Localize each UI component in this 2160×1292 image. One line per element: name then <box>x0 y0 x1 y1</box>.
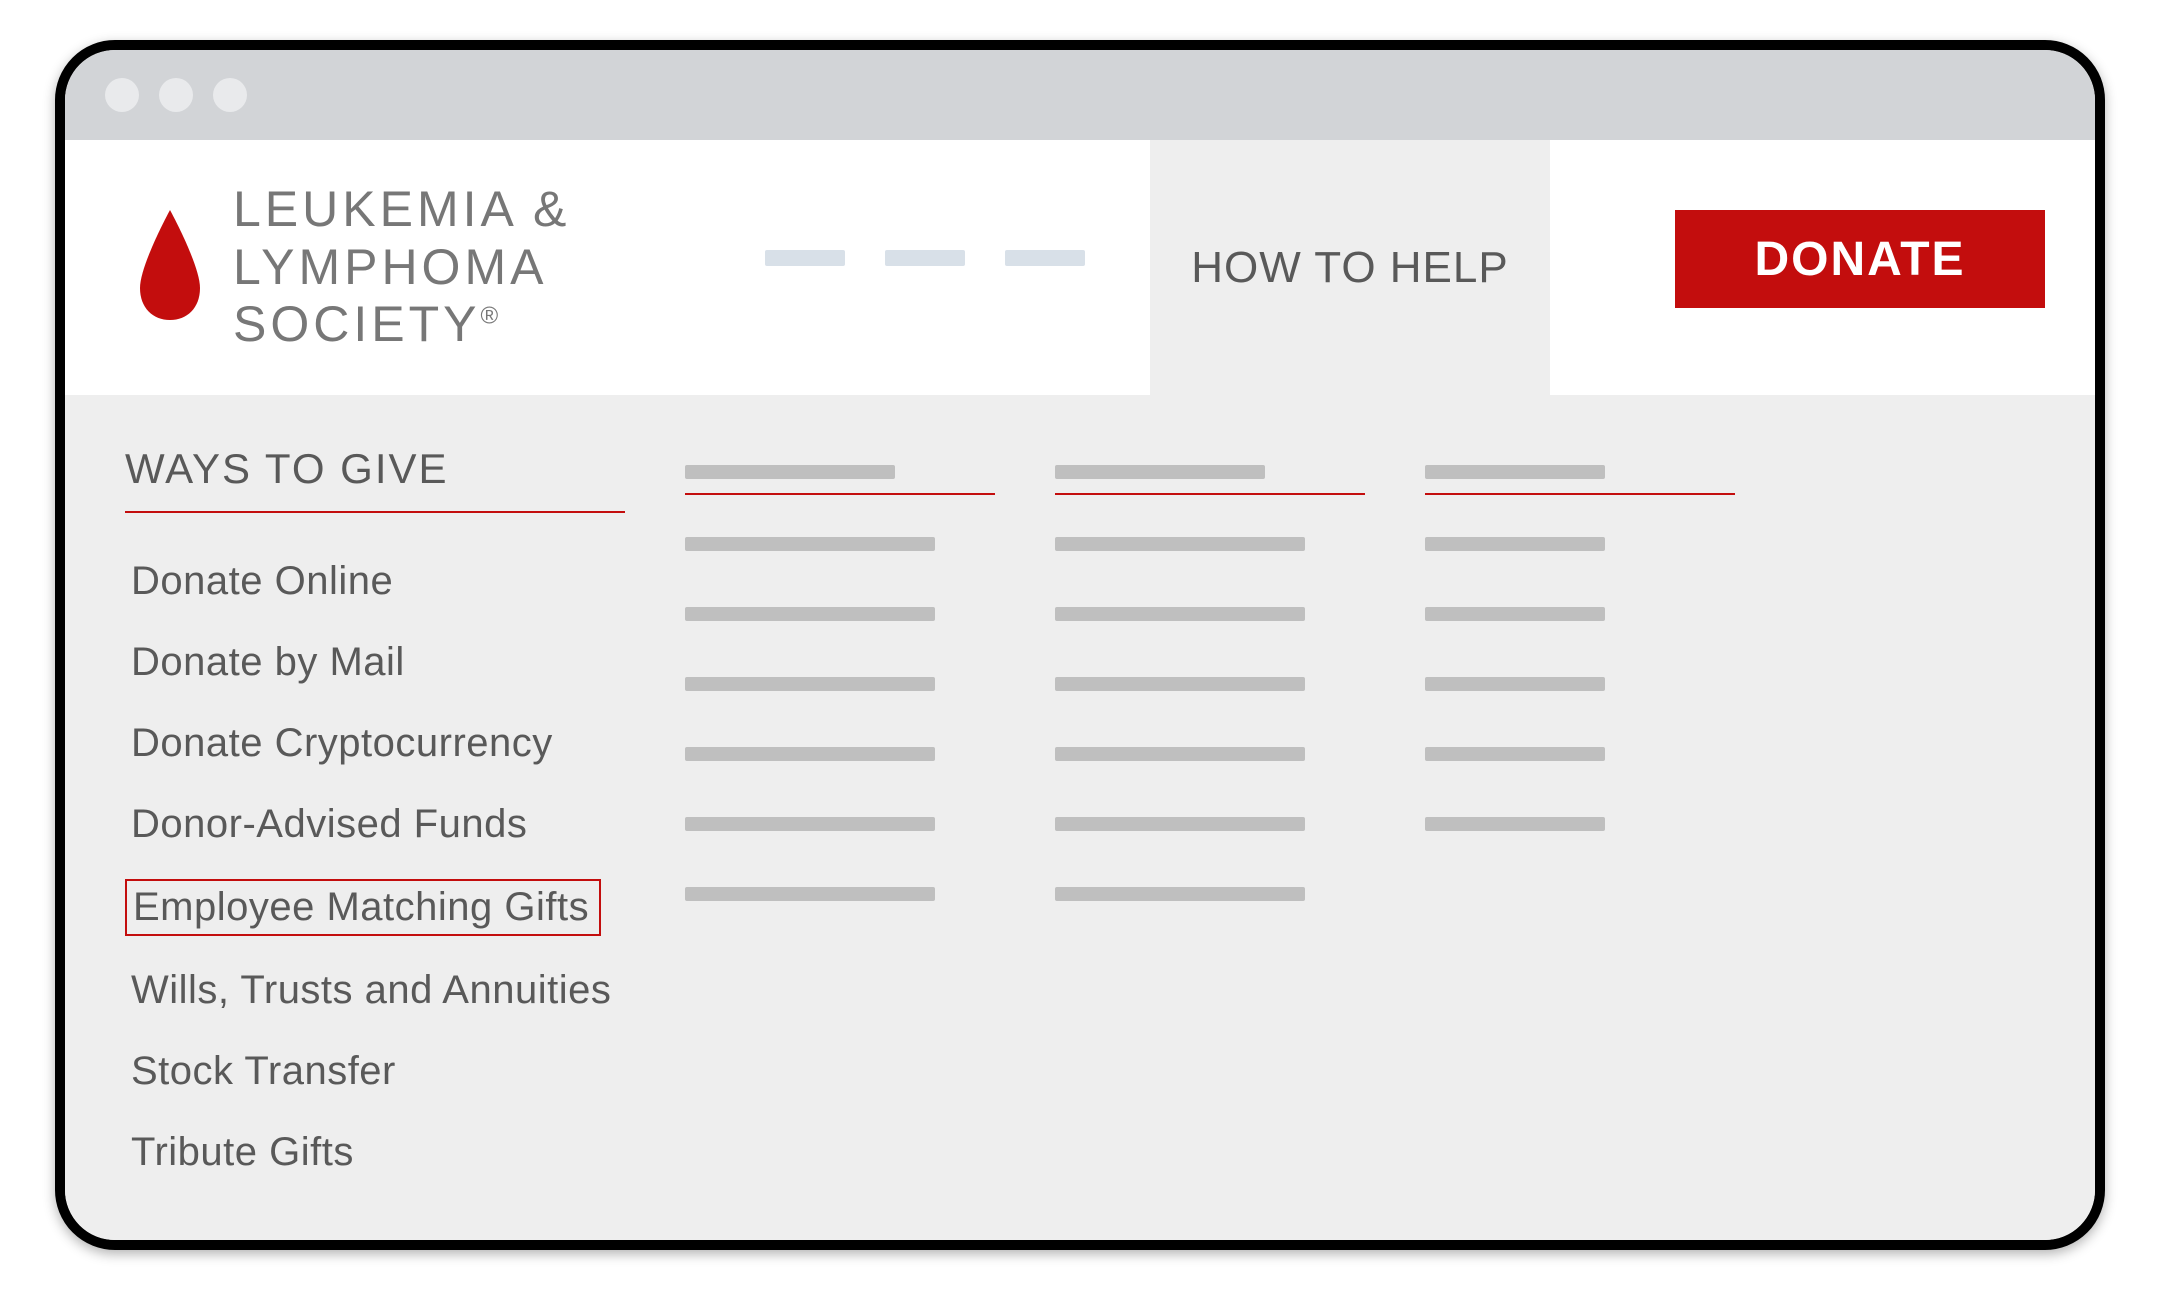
nav-placeholder[interactable] <box>1005 250 1085 266</box>
placeholder-link[interactable] <box>685 537 935 551</box>
donate-button-label: DONATE <box>1754 232 1965 287</box>
placeholder-link[interactable] <box>1055 607 1305 621</box>
placeholder-underline <box>1425 493 1735 495</box>
menu-column-ways-to-give: WAYS TO GIVE Donate Online Donate by Mai… <box>125 445 625 1240</box>
nav-placeholder-group <box>765 250 1085 266</box>
placeholder-heading <box>1055 465 1265 479</box>
link-donor-advised-funds[interactable]: Donor-Advised Funds <box>125 798 625 851</box>
site-logo[interactable]: LEUKEMIA & LYMPHOMA SOCIETY® <box>135 181 570 354</box>
placeholder-link[interactable] <box>1055 887 1305 901</box>
nav-placeholder[interactable] <box>765 250 845 266</box>
placeholder-link[interactable] <box>685 677 935 691</box>
menu-column-placeholder <box>685 445 995 1240</box>
browser-window: LEUKEMIA & LYMPHOMA SOCIETY® HOW TO HELP… <box>55 40 2105 1250</box>
logo-line1: LEUKEMIA & <box>233 181 570 239</box>
logo-line3: SOCIETY® <box>233 296 570 354</box>
placeholder-underline <box>685 493 995 495</box>
nav-how-to-help[interactable]: HOW TO HELP <box>1150 140 1550 395</box>
placeholder-link[interactable] <box>685 607 935 621</box>
window-control-minimize[interactable] <box>159 78 193 112</box>
placeholder-heading <box>1425 465 1605 479</box>
placeholder-heading <box>685 465 895 479</box>
logo-text: LEUKEMIA & LYMPHOMA SOCIETY® <box>233 181 570 354</box>
placeholder-list <box>685 537 995 901</box>
placeholder-underline <box>1055 493 1365 495</box>
window-control-close[interactable] <box>105 78 139 112</box>
mega-menu: WAYS TO GIVE Donate Online Donate by Mai… <box>65 395 2095 1240</box>
nav-how-to-help-label: HOW TO HELP <box>1191 243 1508 293</box>
placeholder-link[interactable] <box>1425 537 1605 551</box>
nav-placeholder[interactable] <box>885 250 965 266</box>
window-title-bar <box>65 50 2095 140</box>
window-control-zoom[interactable] <box>213 78 247 112</box>
link-donate-cryptocurrency[interactable]: Donate Cryptocurrency <box>125 717 625 770</box>
site-header: LEUKEMIA & LYMPHOMA SOCIETY® HOW TO HELP… <box>65 140 2095 395</box>
logo-line2: LYMPHOMA <box>233 239 570 297</box>
menu-column-placeholder <box>1055 445 1365 1240</box>
placeholder-link[interactable] <box>1055 747 1305 761</box>
placeholder-link[interactable] <box>1425 607 1605 621</box>
link-donate-by-mail[interactable]: Donate by Mail <box>125 636 625 689</box>
menu-heading-ways-to-give: WAYS TO GIVE <box>125 445 625 513</box>
link-employee-matching-gifts[interactable]: Employee Matching Gifts <box>125 879 601 936</box>
placeholder-link[interactable] <box>685 887 935 901</box>
placeholder-list <box>1425 537 1735 831</box>
link-donate-online[interactable]: Donate Online <box>125 555 625 608</box>
menu-column-placeholder <box>1425 445 1735 1240</box>
placeholder-link[interactable] <box>1055 537 1305 551</box>
link-wills-trusts-annuities[interactable]: Wills, Trusts and Annuities <box>125 964 625 1017</box>
blood-drop-icon <box>135 210 205 325</box>
placeholder-link[interactable] <box>685 747 935 761</box>
placeholder-link[interactable] <box>1425 747 1605 761</box>
ways-to-give-list: Donate Online Donate by Mail Donate Cryp… <box>125 555 625 1179</box>
placeholder-link[interactable] <box>685 817 935 831</box>
placeholder-link[interactable] <box>1425 677 1605 691</box>
link-tribute-gifts[interactable]: Tribute Gifts <box>125 1126 625 1179</box>
placeholder-link[interactable] <box>1425 817 1605 831</box>
placeholder-link[interactable] <box>1055 677 1305 691</box>
placeholder-list <box>1055 537 1365 901</box>
link-stock-transfer[interactable]: Stock Transfer <box>125 1045 625 1098</box>
donate-button[interactable]: DONATE <box>1675 210 2045 308</box>
placeholder-link[interactable] <box>1055 817 1305 831</box>
